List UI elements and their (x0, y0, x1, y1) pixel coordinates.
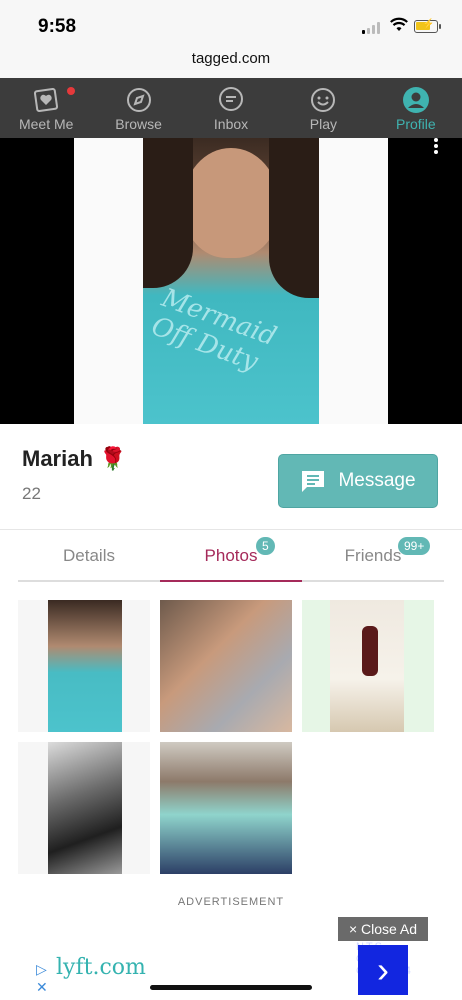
photo-thumbnail[interactable] (302, 600, 434, 732)
ad-choices-icon[interactable]: ▷ (36, 961, 47, 978)
close-ad-button[interactable]: × Close Ad (338, 917, 428, 941)
photo-thumbnail[interactable] (160, 600, 292, 732)
profile-tabs: Details Photos 5 Friends 99+ (18, 536, 444, 582)
ad-label: ADVERTISEMENT (177, 896, 285, 908)
message-button[interactable]: Message (278, 454, 438, 508)
user-icon (402, 86, 430, 114)
main-nav: Meet Me Browse Inbox Play Profile (0, 78, 462, 138)
nav-label: Inbox (213, 116, 249, 132)
tab-details[interactable]: Details (18, 536, 160, 580)
tab-friends[interactable]: Friends 99+ (302, 536, 444, 580)
heart-photo-icon (32, 86, 60, 114)
nav-profile[interactable]: Profile (370, 78, 462, 138)
nav-meet-me[interactable]: Meet Me (0, 78, 92, 138)
ad-brand: lyft.com (56, 955, 146, 980)
more-options-icon[interactable] (432, 136, 440, 156)
signal-icon (362, 22, 380, 34)
smiley-icon (309, 86, 337, 114)
address-bar[interactable]: tagged.com (0, 48, 462, 78)
profile-photo[interactable]: Mermaid Off Duty (143, 138, 319, 424)
photo-thumbnail[interactable] (18, 600, 150, 732)
photos-count-badge: 5 (256, 537, 275, 555)
photo-thumbnail[interactable] (18, 742, 150, 874)
nav-label: Play (309, 116, 338, 132)
nav-label: Meet Me (18, 116, 74, 132)
chat-bubble-icon (217, 86, 245, 114)
profile-name: Mariah 🌹 (22, 446, 127, 471)
photo-thumbnail[interactable] (160, 742, 292, 874)
compass-icon (125, 86, 153, 114)
nav-play[interactable]: Play (277, 78, 369, 138)
ad-banner[interactable]: ▷ ✕ lyft.com NTS OLLING CE 2004 › (0, 941, 462, 1000)
message-icon (302, 471, 325, 492)
ad-close-icon[interactable]: ✕ (36, 979, 48, 996)
nav-label: Profile (395, 116, 436, 132)
wifi-icon (390, 17, 408, 31)
clock: 9:58 (38, 16, 77, 37)
nav-label: Browse (115, 116, 162, 132)
chevron-right-icon[interactable]: › (358, 945, 408, 995)
message-label: Message (338, 470, 416, 491)
tab-photos[interactable]: Photos 5 (160, 536, 302, 582)
friends-count-badge: 99+ (398, 537, 431, 555)
home-indicator (150, 985, 312, 990)
url-text: tagged.com (191, 50, 271, 67)
profile-age: 22 (22, 484, 41, 503)
cover-photo-area[interactable]: Mermaid Off Duty ve Luv (0, 138, 462, 537)
nav-browse[interactable]: Browse (92, 78, 184, 138)
status-bar: 9:58 ⚡ (0, 0, 462, 48)
battery-icon: ⚡ (414, 19, 438, 33)
nav-inbox[interactable]: Inbox (185, 78, 277, 138)
profile-header: Mariah 🌹 22 Message (0, 424, 462, 530)
notification-dot (67, 87, 75, 95)
